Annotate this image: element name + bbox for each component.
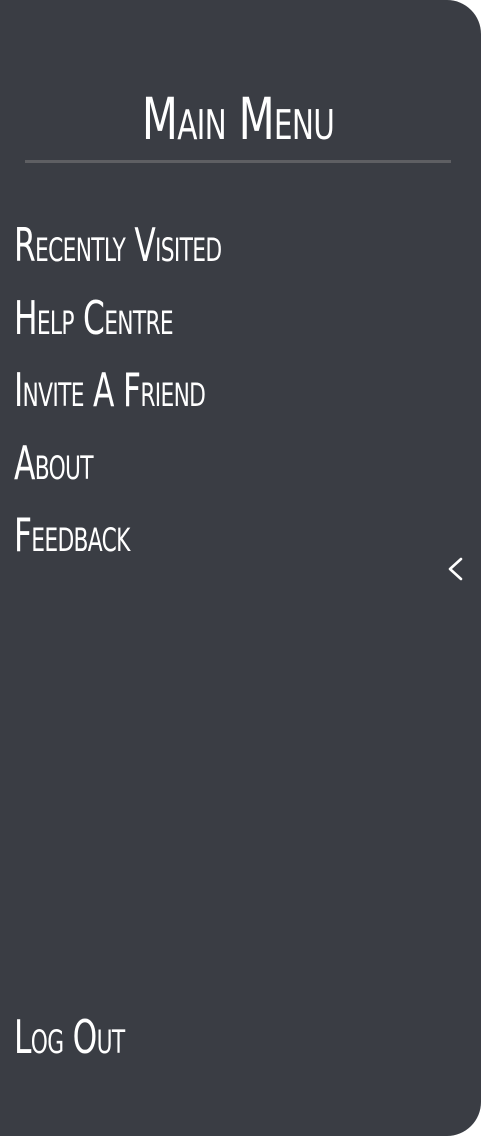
logout-button[interactable]: Log Out — [14, 1006, 125, 1068]
menu-item-feedback[interactable]: Feedback — [14, 504, 221, 577]
title-divider — [25, 160, 451, 163]
collapse-menu-button[interactable] — [440, 552, 470, 586]
chevron-left-icon — [448, 557, 463, 581]
menu-list: Recently Visited Help Centre Invite A Fr… — [14, 214, 319, 577]
menu-item-recently-visited[interactable]: Recently Visited — [14, 214, 222, 287]
menu-item-help-centre[interactable]: Help Centre — [14, 287, 221, 360]
side-menu-drawer: Main Menu Recently Visited Help Centre I… — [0, 0, 481, 1136]
menu-title: Main Menu — [141, 85, 335, 153]
menu-item-invite-a-friend[interactable]: Invite A Friend — [14, 359, 221, 432]
menu-item-about[interactable]: About — [14, 432, 221, 505]
